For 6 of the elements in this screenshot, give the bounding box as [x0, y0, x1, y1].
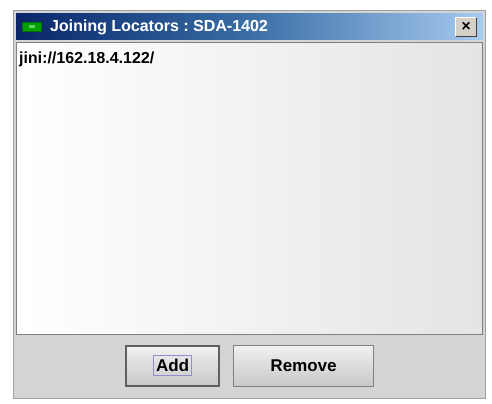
- add-button[interactable]: Add: [125, 344, 220, 386]
- window-title: Joining Locators : SDA-1402: [50, 16, 269, 36]
- remove-button[interactable]: Remove: [233, 344, 374, 386]
- list-item[interactable]: jini://162.18.4.122/: [19, 47, 480, 71]
- device-icon: [22, 22, 42, 32]
- close-button[interactable]: ×: [455, 16, 477, 36]
